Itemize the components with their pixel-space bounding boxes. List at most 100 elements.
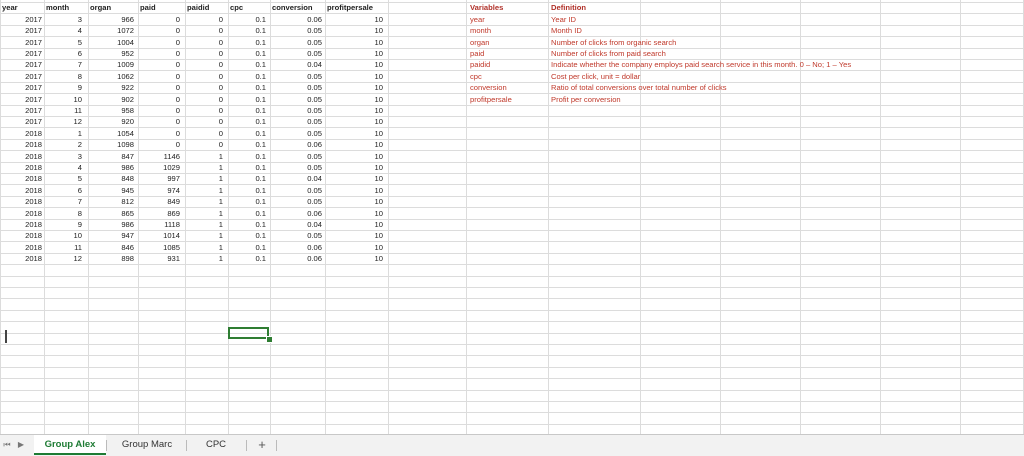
cell-month[interactable]: 9 — [46, 219, 82, 230]
cell-year[interactable]: 2017 — [2, 116, 42, 127]
sheet-tab-cpc[interactable]: CPC — [188, 435, 244, 455]
cell-year[interactable]: 2018 — [2, 185, 42, 196]
cell-organ[interactable]: 947 — [90, 230, 134, 241]
cell-conversion[interactable]: 0.05 — [272, 196, 322, 207]
cell-paid[interactable]: 1029 — [140, 162, 180, 173]
cell-month[interactable]: 12 — [46, 116, 82, 127]
cell-year[interactable]: 2018 — [2, 151, 42, 162]
cell-profitpersale[interactable]: 10 — [327, 59, 383, 70]
cell-profitpersale[interactable]: 10 — [327, 230, 383, 241]
cell-year[interactable]: 2018 — [2, 196, 42, 207]
definition-cell[interactable]: Cost per click, unit = dollar — [551, 71, 951, 82]
cell-month[interactable]: 4 — [46, 25, 82, 36]
cell-conversion[interactable]: 0.06 — [272, 253, 322, 264]
definition-cell[interactable]: Year ID — [551, 14, 951, 25]
header-cell-conversion[interactable]: conversion — [272, 2, 322, 13]
cell-year[interactable]: 2018 — [2, 162, 42, 173]
cell-month[interactable]: 6 — [46, 185, 82, 196]
cell-organ[interactable]: 812 — [90, 196, 134, 207]
cell-year[interactable]: 2017 — [2, 59, 42, 70]
variables-header[interactable]: Variables — [470, 2, 544, 13]
cell-cpc[interactable]: 0.1 — [230, 253, 266, 264]
cell-paidid[interactable]: 1 — [187, 185, 223, 196]
cell-paid[interactable]: 0 — [140, 116, 180, 127]
cell-year[interactable]: 2017 — [2, 14, 42, 25]
cell-cpc[interactable]: 0.1 — [230, 116, 266, 127]
cell-year[interactable]: 2018 — [2, 173, 42, 184]
cell-paid[interactable]: 0 — [140, 139, 180, 150]
cell-profitpersale[interactable]: 10 — [327, 253, 383, 264]
cell-profitpersale[interactable]: 10 — [327, 94, 383, 105]
cell-conversion[interactable]: 0.06 — [272, 14, 322, 25]
sheet-tab-group-marc[interactable]: Group Marc — [108, 435, 186, 455]
cell-profitpersale[interactable]: 10 — [327, 128, 383, 139]
cell-paid[interactable]: 974 — [140, 185, 180, 196]
cell-conversion[interactable]: 0.05 — [272, 185, 322, 196]
definition-header[interactable]: Definition — [551, 2, 631, 13]
cell-month[interactable]: 5 — [46, 37, 82, 48]
header-cell-month[interactable]: month — [46, 2, 82, 13]
cell-month[interactable]: 9 — [46, 82, 82, 93]
cell-conversion[interactable]: 0.05 — [272, 105, 322, 116]
variable-name-cell[interactable]: month — [470, 25, 544, 36]
cell-year[interactable]: 2018 — [2, 242, 42, 253]
cell-year[interactable]: 2017 — [2, 82, 42, 93]
cell-conversion[interactable]: 0.05 — [272, 71, 322, 82]
cell-profitpersale[interactable]: 10 — [327, 82, 383, 93]
variable-name-cell[interactable]: conversion — [470, 82, 544, 93]
cell-organ[interactable]: 1004 — [90, 37, 134, 48]
header-cell-year[interactable]: year — [2, 2, 42, 13]
cell-month[interactable]: 10 — [46, 230, 82, 241]
variable-name-cell[interactable]: cpc — [470, 71, 544, 82]
cell-month[interactable]: 12 — [46, 253, 82, 264]
cell-cpc[interactable]: 0.1 — [230, 82, 266, 93]
cell-conversion[interactable]: 0.06 — [272, 242, 322, 253]
cell-organ[interactable]: 902 — [90, 94, 134, 105]
cell-conversion[interactable]: 0.04 — [272, 219, 322, 230]
cell-paidid[interactable]: 1 — [187, 151, 223, 162]
cell-month[interactable]: 3 — [46, 14, 82, 25]
cell-paid[interactable]: 1014 — [140, 230, 180, 241]
cell-year[interactable]: 2017 — [2, 105, 42, 116]
cell-paidid[interactable]: 1 — [187, 219, 223, 230]
cell-paidid[interactable]: 0 — [187, 139, 223, 150]
cell-conversion[interactable]: 0.05 — [272, 128, 322, 139]
cell-paid[interactable]: 0 — [140, 71, 180, 82]
cell-paid[interactable]: 0 — [140, 128, 180, 139]
cell-year[interactable]: 2018 — [2, 128, 42, 139]
cell-paidid[interactable]: 0 — [187, 71, 223, 82]
cell-paidid[interactable]: 0 — [187, 48, 223, 59]
cell-paid[interactable]: 0 — [140, 82, 180, 93]
cell-paid[interactable]: 0 — [140, 59, 180, 70]
definition-cell[interactable]: Profit per conversion — [551, 94, 951, 105]
cell-paid[interactable]: 0 — [140, 48, 180, 59]
cell-profitpersale[interactable]: 10 — [327, 14, 383, 25]
definition-cell[interactable]: Number of clicks from organic search — [551, 37, 951, 48]
cell-month[interactable]: 6 — [46, 48, 82, 59]
cell-conversion[interactable]: 0.04 — [272, 173, 322, 184]
cell-cpc[interactable]: 0.1 — [230, 37, 266, 48]
cell-profitpersale[interactable]: 10 — [327, 185, 383, 196]
cell-paidid[interactable]: 0 — [187, 128, 223, 139]
cell-paid[interactable]: 1146 — [140, 151, 180, 162]
cell-year[interactable]: 2017 — [2, 37, 42, 48]
cell-paidid[interactable]: 0 — [187, 94, 223, 105]
cell-month[interactable]: 3 — [46, 151, 82, 162]
cell-conversion[interactable]: 0.04 — [272, 59, 322, 70]
scroll-next-sheet-button[interactable]: ▶ — [14, 435, 28, 455]
cell-cpc[interactable]: 0.1 — [230, 25, 266, 36]
cell-year[interactable]: 2018 — [2, 208, 42, 219]
cell-paidid[interactable]: 1 — [187, 196, 223, 207]
cell-paidid[interactable]: 1 — [187, 162, 223, 173]
cell-cpc[interactable]: 0.1 — [230, 105, 266, 116]
cell-profitpersale[interactable]: 10 — [327, 116, 383, 127]
cell-profitpersale[interactable]: 10 — [327, 71, 383, 82]
fill-handle[interactable] — [266, 336, 273, 343]
cell-conversion[interactable]: 0.05 — [272, 37, 322, 48]
cell-paid[interactable]: 849 — [140, 196, 180, 207]
cell-cpc[interactable]: 0.1 — [230, 48, 266, 59]
cell-paidid[interactable]: 1 — [187, 208, 223, 219]
cell-paid[interactable]: 1085 — [140, 242, 180, 253]
cell-organ[interactable]: 848 — [90, 173, 134, 184]
cell-conversion[interactable]: 0.05 — [272, 82, 322, 93]
